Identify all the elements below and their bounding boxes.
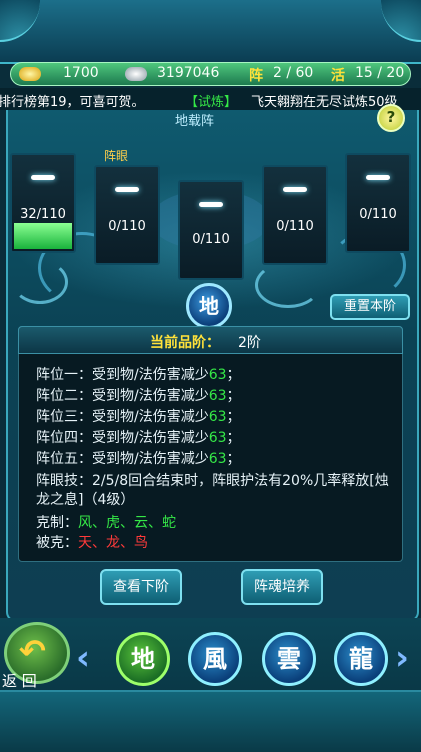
formation-label: 阵 [249,68,263,84]
countered-line: 被克：天、龙、鸟 [36,535,148,551]
grade-value: 2阶 [238,335,261,351]
position-line-1: 阵位一：受到物/法伤害减少63； [36,367,241,383]
marquee-text-suffix: 飞天翱翔在无尽试炼50级 [251,95,398,110]
position-line-2: 阵位二：受到物/法伤害减少63； [36,388,241,404]
slot-progress-text: 0/110 [359,207,397,222]
slot-symbol [31,175,55,180]
element-tab-wind[interactable]: 風 [188,632,242,686]
eye-skill-line-2: 龙之息]（4级） [36,492,135,508]
position-line-5: 阵位五：受到物/法伤害减少63； [36,451,241,467]
position-line-4: 阵位四：受到物/法伤害减少63； [36,430,241,446]
resource-bar: 1700 3197046 阵 2 / 60 活 15 / 20 [10,62,411,86]
slot-progress-fill [14,223,72,249]
formation-slot-1[interactable]: 32/110 [10,153,76,253]
gold-amount: 1700 [63,65,99,81]
slot-symbol [283,187,307,192]
corner-ornament-right [381,0,421,42]
element-tab-dragon[interactable]: 龍 [334,632,388,686]
marquee-tag: 【试炼】 [185,95,238,110]
silver-amount: 3197046 [157,65,220,81]
formation-slot-3[interactable]: 0/110 [178,180,244,280]
grade-label: 当前品阶： [150,335,220,351]
view-next-tier-button[interactable]: 查看下阶 [100,569,182,605]
formation-slot-4[interactable]: 0/110 [262,165,328,265]
element-tab-earth[interactable]: 地 [116,632,170,686]
cloud-swirl [255,262,321,308]
silver-ingot-icon [125,67,147,81]
formation-eye-label: 阵眼 [104,149,129,163]
slot-progress-text: 0/110 [108,219,146,234]
help-icon[interactable]: ? [377,104,405,132]
corner-ornament-left [0,0,40,42]
chevron-right-icon[interactable]: › [395,638,409,678]
slot-symbol [366,175,390,180]
reset-tier-button[interactable]: 重置本阶 [330,294,410,320]
announcement-marquee: 排行榜第19，可喜可贺。 【试炼】 飞天翱翔在无尽试炼50级 [0,88,421,110]
cloud-swirl [12,260,68,304]
element-tab-cloud[interactable]: 雲 [262,632,316,686]
formation-slot-2[interactable]: 0/110 [94,165,160,265]
slot-progress-text: 0/110 [192,232,230,247]
back-label: 返 回 [2,672,37,690]
top-bar [0,0,421,64]
active-label: 活 [331,68,345,84]
bottom-trim [0,690,421,752]
panel-title: 地载阵 [175,114,215,129]
soul-training-button[interactable]: 阵魂培养 [241,569,323,605]
slot-progress-text: 0/110 [276,219,314,234]
slot-progress-text: 32/110 [20,207,66,222]
slot-symbol [115,187,139,192]
eye-skill-line-1: 阵眼技：2/5/8回合结束时，阵眼护法有20%几率释放[烛 [36,473,389,489]
back-arrow-icon: ↶ [19,632,46,670]
formation-slot-5[interactable]: 0/110 [345,153,411,253]
active-count: 15 / 20 [355,65,405,81]
formation-count: 2 / 60 [273,65,314,81]
counters-line: 克制：风、虎、云、蛇 [36,515,176,531]
slot-symbol [199,202,223,207]
marquee-text: 排行榜第19，可喜可贺。 [0,95,145,110]
chevron-left-icon[interactable]: ‹ [76,638,90,678]
element-emblem: 地 [186,283,232,329]
position-line-3: 阵位三：受到物/法伤害减少63； [36,409,241,425]
gold-ingot-icon [19,67,41,81]
